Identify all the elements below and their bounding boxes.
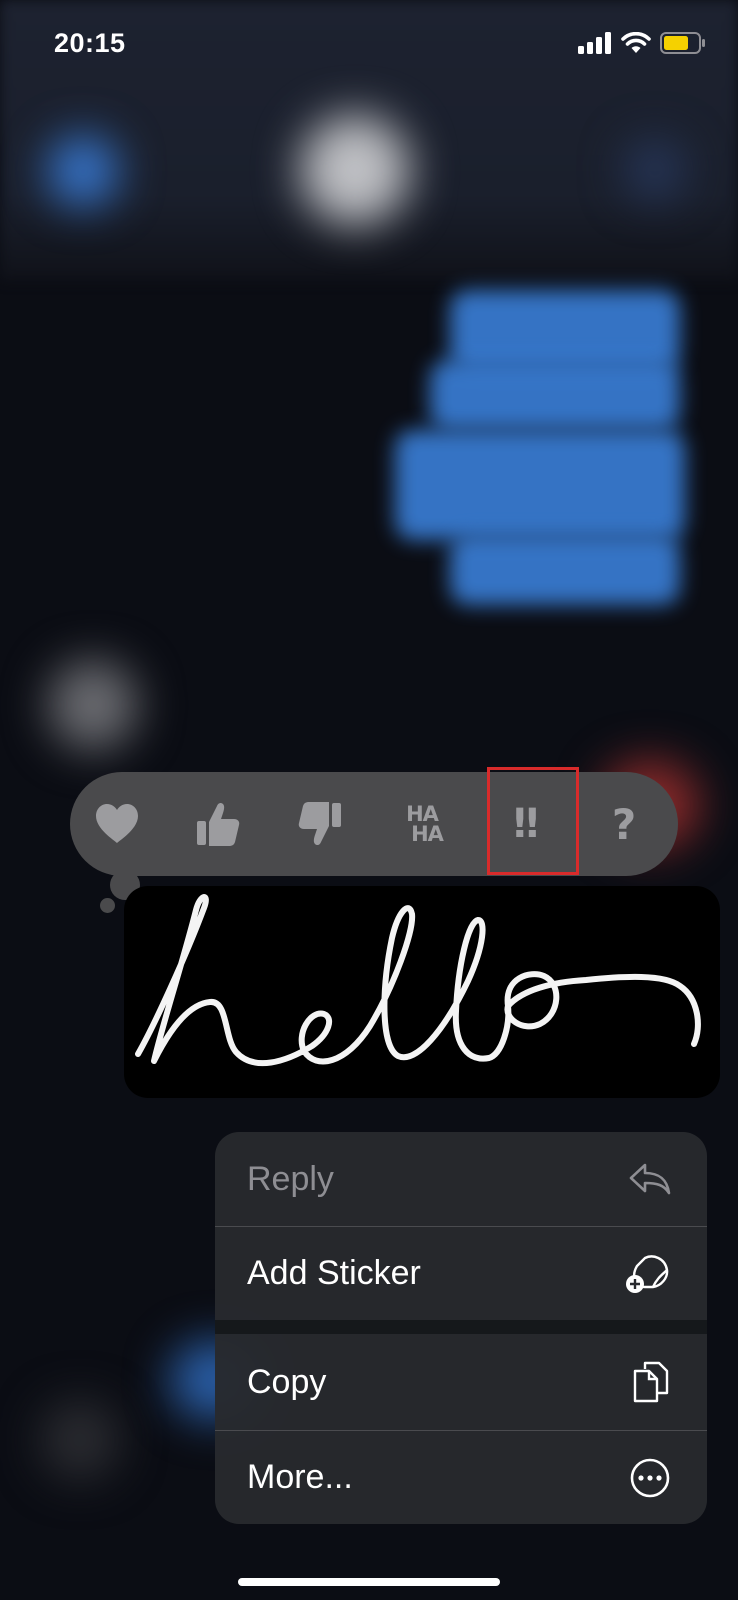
battery-icon [660, 32, 705, 54]
blurred-contact-avatar [48, 660, 138, 750]
menu-item-label: More... [247, 1458, 353, 1496]
thumbs-up-icon [197, 802, 240, 846]
menu-item-add-sticker[interactable]: Add Sticker [215, 1227, 707, 1320]
blurred-message-bubble [450, 290, 680, 370]
tapback-question-button[interactable]: ? [582, 772, 666, 876]
more-ellipsis-icon [630, 1458, 670, 1497]
blurred-message-bubble [430, 360, 680, 430]
home-indicator[interactable] [238, 1578, 500, 1586]
highlight-box [487, 767, 579, 875]
add-sticker-icon [626, 1254, 669, 1293]
menu-item-label: Add Sticker [247, 1254, 421, 1292]
blurred-message-bubble [450, 535, 680, 605]
tapback-thumbs-down-button[interactable] [278, 772, 362, 876]
tapback-thumbs-up-button[interactable] [176, 772, 260, 876]
thumbs-down-icon [298, 802, 341, 846]
tapback-heart-button[interactable] [75, 772, 159, 876]
tapback-bar: HA HA ‼ ? [70, 772, 678, 876]
copy-icon [633, 1361, 669, 1403]
menu-section-gap [215, 1320, 707, 1334]
heart-icon [96, 804, 138, 843]
blurred-avatar [300, 115, 410, 225]
haha-icon: HA HA [406, 802, 444, 846]
cellular-signal-icon [578, 32, 611, 54]
menu-item-label: Copy [247, 1362, 327, 1401]
context-menu: Reply Add Sticker Copy More... [215, 1132, 707, 1524]
status-time: 20:15 [54, 28, 126, 58]
wifi-icon [621, 32, 651, 53]
menu-item-copy[interactable]: Copy [215, 1334, 707, 1430]
handwritten-message-bubble[interactable]: hello [124, 886, 720, 1098]
menu-item-label: Reply [247, 1159, 334, 1198]
status-bar: 20:15 [0, 0, 738, 90]
blurred-bottom-blob [40, 1400, 120, 1480]
blurred-message-bubble [395, 430, 685, 540]
blurred-header-icon [625, 140, 685, 200]
status-icons [578, 32, 706, 54]
menu-item-reply[interactable]: Reply [215, 1132, 707, 1226]
tapback-haha-button[interactable]: HA HA [380, 772, 464, 876]
reply-arrow-icon [629, 1163, 671, 1195]
blurred-back-button [48, 136, 118, 206]
handwriting-drawing [135, 894, 701, 1067]
question-icon: ? [611, 799, 637, 849]
tapback-tail [100, 898, 115, 913]
menu-item-more[interactable]: More... [215, 1431, 707, 1524]
